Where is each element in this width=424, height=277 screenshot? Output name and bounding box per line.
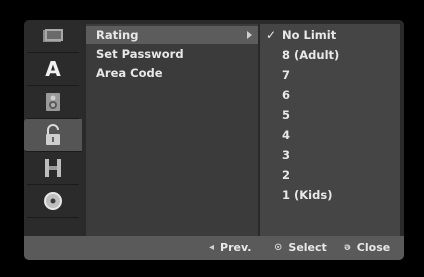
option-label: 5 <box>282 108 291 122</box>
disc-settings-icon <box>42 27 64 45</box>
category-audio[interactable] <box>27 86 79 119</box>
option-2[interactable]: 2 <box>260 166 400 184</box>
option-3[interactable]: 3 <box>260 146 400 164</box>
audio-speaker-icon <box>42 93 64 111</box>
option-label: 3 <box>282 148 291 162</box>
category-lock[interactable] <box>24 119 82 152</box>
left-arrow-icon: ◂ <box>209 242 215 253</box>
setup-menu-frame: A Rating Set Password Area Code ✓ No Lim… <box>24 20 404 260</box>
option-label: 1 (Kids) <box>282 188 333 202</box>
option-label: No Limit <box>282 28 337 42</box>
option-label: 2 <box>282 168 291 182</box>
rating-options: ✓ No Limit 8 (Adult) 7 6 5 4 3 2 1 (Kids… <box>260 24 400 236</box>
option-4[interactable]: 4 <box>260 126 400 144</box>
return-icon: ǝ <box>344 242 351 253</box>
option-label: 4 <box>282 128 291 142</box>
menu-item-area-code[interactable]: Area Code <box>86 64 258 82</box>
option-no-limit[interactable]: ✓ No Limit <box>260 26 400 44</box>
checkmark-icon: ✓ <box>266 28 277 42</box>
option-label: 8 (Adult) <box>282 48 340 62</box>
parental-menu: Rating Set Password Area Code <box>86 24 258 236</box>
menu-item-label: Rating <box>96 28 139 42</box>
prev-button[interactable]: ◂ Prev. <box>209 236 251 260</box>
prev-label: Prev. <box>220 241 252 254</box>
option-label: 6 <box>282 88 291 102</box>
disc-icon <box>42 192 64 210</box>
close-label: Close <box>356 241 391 254</box>
option-label: 7 <box>282 68 291 82</box>
category-icon-bar: A <box>24 20 82 236</box>
select-label: Select <box>288 241 327 254</box>
category-language[interactable]: A <box>27 53 79 86</box>
lock-icon <box>42 124 64 145</box>
option-1-kids[interactable]: 1 (Kids) <box>260 186 400 204</box>
option-7[interactable]: 7 <box>260 66 400 84</box>
category-film[interactable] <box>27 152 79 185</box>
film-icon <box>42 159 64 177</box>
option-6[interactable]: 6 <box>260 86 400 104</box>
language-icon: A <box>45 57 61 81</box>
menu-item-set-password[interactable]: Set Password <box>86 45 258 63</box>
close-button[interactable]: ǝ Close <box>344 236 390 260</box>
menu-item-rating[interactable]: Rating <box>86 26 258 44</box>
option-8-adult[interactable]: 8 (Adult) <box>260 46 400 64</box>
menu-item-label: Area Code <box>96 66 163 80</box>
select-icon: ⊙ <box>274 242 283 253</box>
menu-item-label: Set Password <box>96 47 184 61</box>
chevron-right-icon <box>247 31 252 39</box>
button-guide-bar: ◂ Prev. ⊙ Select ǝ Close <box>24 236 404 260</box>
option-5[interactable]: 5 <box>260 106 400 124</box>
category-disc-settings[interactable] <box>27 20 79 53</box>
select-button[interactable]: ⊙ Select <box>274 236 327 260</box>
category-disc[interactable] <box>27 185 79 218</box>
